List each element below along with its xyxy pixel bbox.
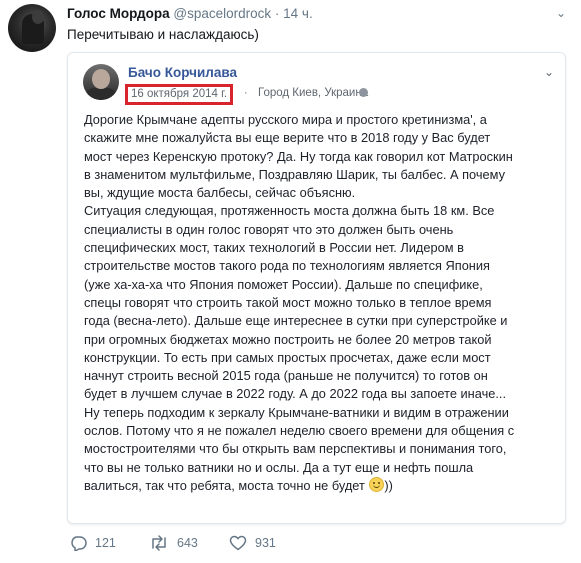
like-icon bbox=[229, 535, 247, 551]
fb-author-name: Бачо Корчилава bbox=[128, 65, 237, 80]
tweet-time[interactable]: 14 ч. bbox=[283, 6, 313, 21]
fb-post-line: Ситуация следующая, протяженность моста … bbox=[84, 203, 495, 219]
fb-post-last-line: валиться, так что ребята, моста точно не… bbox=[84, 476, 554, 495]
author-handle[interactable]: @spacelordrock bbox=[173, 6, 271, 21]
tweet-header: Голос Мордора @spacelordrock · 14 ч. bbox=[67, 6, 313, 21]
retweet-count: 643 bbox=[177, 536, 198, 550]
fb-post-line-end: )) bbox=[384, 477, 393, 493]
retweet-icon bbox=[152, 535, 166, 551]
fb-date-separator: · bbox=[244, 87, 248, 99]
fb-post-date-highlighted: 16 октября 2014 г. bbox=[125, 84, 234, 105]
author-name[interactable]: Голос Мордора bbox=[67, 6, 170, 21]
fb-post-line: мостостроителями что бы открыть вам перс… bbox=[84, 441, 507, 457]
reply-button[interactable]: 121 bbox=[69, 535, 116, 551]
like-button[interactable]: 931 bbox=[229, 535, 276, 551]
tweet-menu-chevron-down-icon[interactable]: ⌄ bbox=[556, 6, 566, 20]
fb-post-screenshot[interactable]: Бачо Корчилава 16 октября 2014 г. · Горо… bbox=[67, 52, 566, 524]
fb-post-line: будет в лучшем случае в 2022 году. А до … bbox=[84, 386, 507, 402]
fb-post-line: начнут строить весной 2015 года (раньше … bbox=[84, 368, 488, 384]
fb-post-line: скажите мне пожалуйста вы еще верите что… bbox=[84, 130, 491, 146]
fb-post-line: специалисты в один голос говорят что это… bbox=[84, 221, 454, 237]
fb-chevron-down-icon: ⌄ bbox=[544, 65, 555, 79]
header-separator: · bbox=[274, 6, 280, 21]
tweet-actions: 121 643 931 bbox=[67, 535, 367, 555]
retweet-button[interactable]: 643 bbox=[149, 535, 198, 551]
fb-post-line: вы, ждущие моста балбесы, сейчас объясню… bbox=[84, 185, 356, 201]
fb-post-line: Ну теперь подходим к зеркалу Крымчане-ва… bbox=[84, 404, 509, 420]
tweet-text: Перечитываю и наслаждаюсь) bbox=[67, 27, 259, 42]
fb-post-line: мост через Керенскую протоку? Да. Ну тог… bbox=[84, 148, 513, 164]
like-count: 931 bbox=[255, 536, 276, 550]
fb-post-line: валиться, так что ребята, моста точно не… bbox=[84, 477, 365, 493]
fb-post-line: в знаменитом мультфильме, Поздравляю Шар… bbox=[84, 166, 505, 182]
fb-post-line: Дорогие Крымчане адепты русского мира и … bbox=[84, 112, 487, 127]
smile-emoji-icon bbox=[369, 476, 385, 492]
fb-post-line: что вы не только ватники но и ослы. Да а… bbox=[84, 459, 474, 475]
fb-post-body: Дорогие Крымчане адепты русского мира и … bbox=[84, 111, 554, 495]
fb-post-line: спецы говорят что строить такой мост мож… bbox=[84, 294, 492, 310]
globe-icon bbox=[359, 88, 368, 97]
fb-post-line: при огромных бюджетах можно построить не… bbox=[84, 331, 492, 347]
fb-post-location: Город Киев, Украина bbox=[258, 87, 369, 99]
fb-post-line: (уже ха-ха-ха что Япония поможет России)… bbox=[84, 276, 483, 292]
fb-post-line: строительстве мостов такого рода по техн… bbox=[84, 258, 490, 274]
fb-post-line: специфических мост, таких технологий в Р… bbox=[84, 240, 464, 256]
author-avatar[interactable] bbox=[8, 4, 56, 52]
fb-post-line: конструкции. То есть при самых простых п… bbox=[84, 349, 491, 365]
fb-author-avatar bbox=[83, 64, 119, 100]
reply-icon bbox=[71, 536, 87, 551]
fb-post-line: ослов. Потому что я не пожалел неделю св… bbox=[84, 423, 515, 439]
fb-post-line: года (весна-лето). Дальше еще интереснее… bbox=[84, 313, 508, 329]
reply-count: 121 bbox=[95, 536, 116, 550]
